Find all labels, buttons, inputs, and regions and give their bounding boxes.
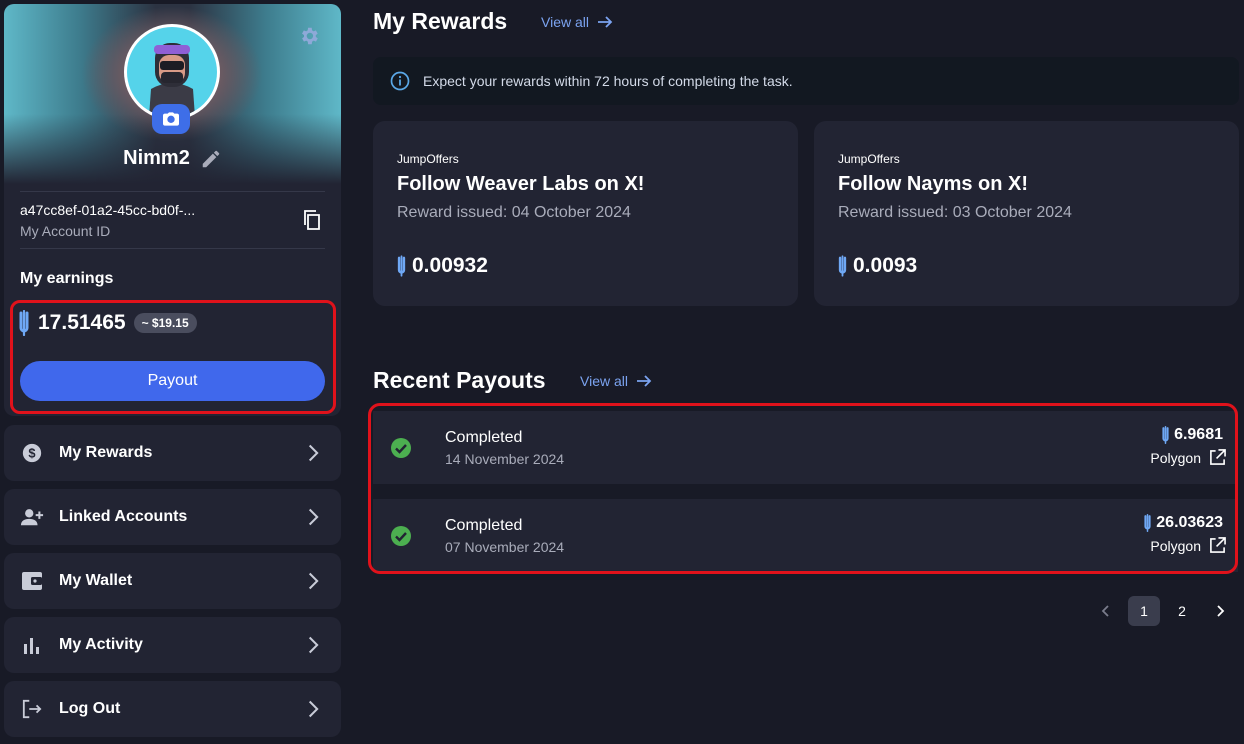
reward-amount: 0.00932	[412, 254, 488, 277]
menu-label: My Wallet	[59, 572, 133, 589]
view-all-label: View all	[580, 373, 628, 389]
pagination-prev-button[interactable]	[1094, 596, 1118, 626]
menu-item-my-rewards[interactable]: $ My Rewards	[4, 425, 341, 481]
profile-card: Nimm2 a47cc8ef-01a2-45cc-bd0f-... My Acc…	[4, 4, 341, 416]
divider	[20, 191, 325, 192]
reward-card[interactable]: JumpOffers Follow Nayms on X! Reward iss…	[814, 121, 1239, 306]
payouts-title: Recent Payouts	[373, 367, 546, 393]
account-id-label: My Account ID	[20, 223, 111, 239]
rewards-view-all-link[interactable]: View all	[541, 14, 613, 30]
copy-icon[interactable]	[300, 208, 324, 232]
payouts-view-all-link[interactable]: View all	[580, 373, 652, 389]
change-avatar-button[interactable]	[152, 104, 190, 134]
dollar-circle-icon: $	[20, 441, 44, 465]
reward-brand: JumpOffers	[397, 152, 459, 166]
chevron-right-icon	[1217, 605, 1225, 617]
chevron-right-icon	[308, 572, 319, 590]
pagination-next-button[interactable]	[1208, 596, 1232, 626]
reward-issued-date: Reward issued: 03 October 2024	[838, 204, 1072, 221]
menu-label: My Rewards	[59, 444, 153, 461]
reward-issued-date: Reward issued: 04 October 2024	[397, 204, 631, 221]
menu-item-my-wallet[interactable]: My Wallet	[4, 553, 341, 609]
menu-item-log-out[interactable]: Log Out	[4, 681, 341, 737]
view-all-label: View all	[541, 14, 589, 30]
earnings-amount: 17.51465	[38, 311, 126, 334]
person-add-icon	[20, 505, 44, 529]
chevron-right-icon	[308, 508, 319, 526]
reward-amount: 0.0093	[853, 254, 918, 277]
menu-label: Linked Accounts	[59, 508, 188, 525]
token-icon	[19, 310, 29, 336]
reward-card[interactable]: JumpOffers Follow Weaver Labs on X! Rewa…	[373, 121, 798, 306]
reward-title: Follow Nayms on X!	[838, 173, 1029, 195]
rewards-title: My Rewards	[373, 8, 508, 34]
pagination-page-1[interactable]: 1	[1128, 596, 1160, 626]
earnings-title: My earnings	[20, 270, 114, 287]
payout-button[interactable]: Payout	[20, 361, 325, 401]
reward-title: Follow Weaver Labs on X!	[397, 173, 645, 195]
svg-text:$: $	[28, 446, 35, 461]
payouts-highlight-box	[368, 403, 1238, 574]
usd-badge: ~ $19.15	[133, 313, 197, 333]
account-id: a47cc8ef-01a2-45cc-bd0f-...	[20, 202, 196, 218]
chevron-left-icon	[1101, 605, 1109, 617]
pencil-icon[interactable]	[200, 148, 222, 170]
pagination-page-2[interactable]: 2	[1166, 596, 1198, 626]
bar-chart-icon	[20, 633, 44, 657]
divider	[20, 248, 325, 249]
chevron-right-icon	[308, 444, 319, 462]
info-banner: Expect your rewards within 72 hours of c…	[373, 57, 1239, 105]
gear-icon[interactable]	[298, 25, 320, 47]
arrow-right-icon	[637, 375, 652, 387]
menu-label: Log Out	[59, 700, 121, 717]
logout-icon	[20, 697, 44, 721]
chevron-right-icon	[308, 700, 319, 718]
menu-item-linked-accounts[interactable]: Linked Accounts	[4, 489, 341, 545]
menu-item-my-activity[interactable]: My Activity	[4, 617, 341, 673]
info-icon	[390, 71, 410, 91]
arrow-right-icon	[598, 16, 613, 28]
token-icon	[838, 255, 847, 277]
info-text: Expect your rewards within 72 hours of c…	[423, 73, 793, 89]
camera-icon	[163, 112, 179, 126]
token-icon	[397, 255, 406, 277]
reward-brand: JumpOffers	[838, 152, 900, 166]
wallet-icon	[20, 569, 44, 593]
chevron-right-icon	[308, 636, 319, 654]
username: Nimm2	[123, 147, 190, 169]
menu-label: My Activity	[59, 636, 143, 653]
